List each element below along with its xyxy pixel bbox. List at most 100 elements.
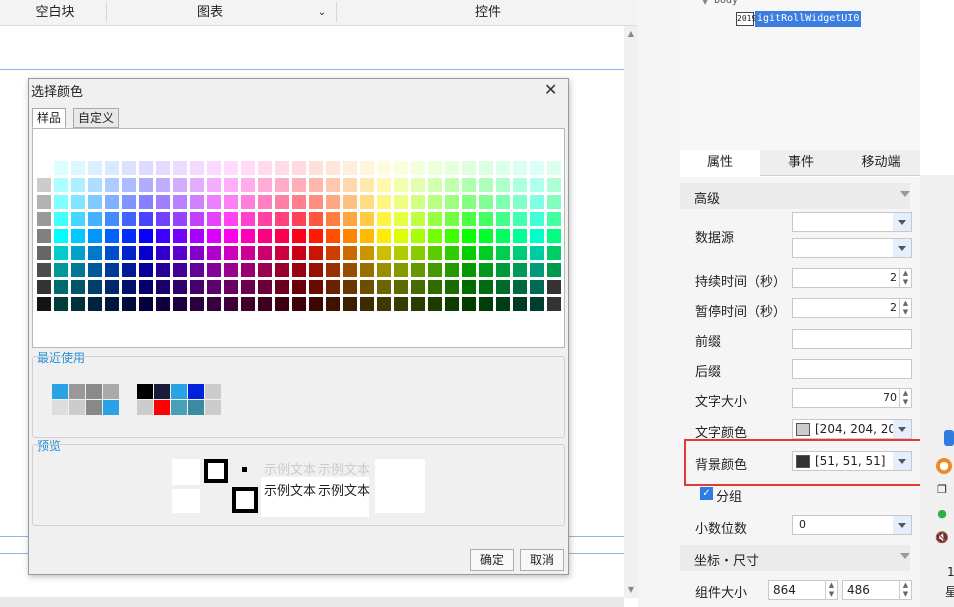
- palette-swatch[interactable]: [342, 194, 358, 210]
- palette-swatch[interactable]: [274, 160, 290, 176]
- recent-color-swatch[interactable]: [154, 384, 170, 399]
- recent-color-swatch[interactable]: [69, 400, 85, 415]
- palette-swatch[interactable]: [376, 279, 392, 295]
- palette-swatch[interactable]: [461, 279, 477, 295]
- palette-swatch[interactable]: [223, 262, 239, 278]
- palette-swatch[interactable]: [172, 279, 188, 295]
- widget-height-stepper[interactable]: 486 ▲ ▼: [842, 580, 912, 600]
- palette-swatch[interactable]: [495, 296, 511, 312]
- palette-swatch[interactable]: [87, 177, 103, 193]
- palette-swatch[interactable]: [444, 194, 460, 210]
- palette-swatch[interactable]: [359, 228, 375, 244]
- palette-swatch[interactable]: [206, 245, 222, 261]
- canvas-horizontal-scrollbar[interactable]: [0, 597, 624, 607]
- palette-swatch[interactable]: [223, 245, 239, 261]
- chevron-down-icon[interactable]: [893, 213, 911, 231]
- palette-swatch[interactable]: [461, 245, 477, 261]
- palette-swatch[interactable]: [121, 228, 137, 244]
- canvas-vertical-scrollbar[interactable]: ▲ ▼: [624, 26, 638, 598]
- palette-swatch[interactable]: [36, 245, 52, 261]
- palette-swatch[interactable]: [512, 262, 528, 278]
- spinner[interactable]: ▲ ▼: [899, 389, 911, 407]
- spin-up-icon[interactable]: ▲: [900, 581, 911, 590]
- palette-swatch[interactable]: [291, 279, 307, 295]
- palette-swatch[interactable]: [121, 194, 137, 210]
- palette-swatch[interactable]: [104, 279, 120, 295]
- palette-swatch[interactable]: [342, 160, 358, 176]
- palette-swatch[interactable]: [36, 160, 52, 176]
- palette-swatch[interactable]: [223, 160, 239, 176]
- palette-swatch[interactable]: [53, 194, 69, 210]
- palette-swatch[interactable]: [223, 228, 239, 244]
- palette-swatch[interactable]: [478, 245, 494, 261]
- palette-swatch[interactable]: [87, 211, 103, 227]
- palette-swatch[interactable]: [121, 245, 137, 261]
- palette-swatch[interactable]: [155, 228, 171, 244]
- palette-swatch[interactable]: [87, 262, 103, 278]
- palette-swatch[interactable]: [529, 279, 545, 295]
- palette-swatch[interactable]: [546, 296, 562, 312]
- palette-swatch[interactable]: [359, 296, 375, 312]
- chevron-down-icon[interactable]: [893, 239, 911, 257]
- recent-color-swatch[interactable]: [103, 384, 119, 399]
- palette-swatch[interactable]: [444, 296, 460, 312]
- palette-swatch[interactable]: [325, 296, 341, 312]
- palette-swatch[interactable]: [325, 211, 341, 227]
- palette-swatch[interactable]: [274, 245, 290, 261]
- spin-down-icon[interactable]: ▼: [826, 590, 837, 599]
- palette-swatch[interactable]: [70, 245, 86, 261]
- palette-swatch[interactable]: [206, 211, 222, 227]
- palette-swatch[interactable]: [359, 245, 375, 261]
- palette-swatch[interactable]: [240, 262, 256, 278]
- palette-swatch[interactable]: [70, 177, 86, 193]
- palette-swatch[interactable]: [461, 160, 477, 176]
- palette-swatch[interactable]: [410, 262, 426, 278]
- palette-swatch[interactable]: [274, 296, 290, 312]
- tree-expand-icon[interactable]: ▼: [702, 0, 708, 6]
- palette-swatch[interactable]: [223, 296, 239, 312]
- recent-color-swatch[interactable]: [52, 384, 68, 399]
- palette-swatch[interactable]: [240, 211, 256, 227]
- palette-swatch[interactable]: [104, 160, 120, 176]
- mute-icon[interactable]: 🔇: [934, 530, 950, 546]
- palette-swatch[interactable]: [495, 194, 511, 210]
- palette-swatch[interactable]: [393, 211, 409, 227]
- palette-swatch[interactable]: [342, 228, 358, 244]
- palette-swatch[interactable]: [291, 228, 307, 244]
- palette-swatch[interactable]: [138, 245, 154, 261]
- palette-swatch[interactable]: [478, 211, 494, 227]
- palette-swatch[interactable]: [36, 177, 52, 193]
- palette-swatch[interactable]: [138, 160, 154, 176]
- palette-swatch[interactable]: [376, 296, 392, 312]
- palette-swatch[interactable]: [461, 262, 477, 278]
- palette-swatch[interactable]: [478, 262, 494, 278]
- palette-swatch[interactable]: [308, 194, 324, 210]
- palette-swatch[interactable]: [172, 160, 188, 176]
- spin-up-icon[interactable]: ▲: [826, 581, 837, 590]
- palette-swatch[interactable]: [478, 296, 494, 312]
- palette-swatch[interactable]: [308, 262, 324, 278]
- palette-swatch[interactable]: [121, 177, 137, 193]
- palette-swatch[interactable]: [461, 296, 477, 312]
- palette-swatch[interactable]: [206, 160, 222, 176]
- palette-swatch[interactable]: [444, 262, 460, 278]
- palette-swatch[interactable]: [529, 160, 545, 176]
- spinner[interactable]: ▲ ▼: [825, 581, 837, 599]
- window-copy-icon[interactable]: ❐: [934, 482, 950, 498]
- palette-swatch[interactable]: [223, 211, 239, 227]
- recent-color-swatch[interactable]: [154, 400, 170, 415]
- palette-swatch[interactable]: [427, 177, 443, 193]
- palette-swatch[interactable]: [546, 245, 562, 261]
- palette-swatch[interactable]: [53, 279, 69, 295]
- spin-down-icon[interactable]: ▼: [900, 278, 911, 287]
- spinner[interactable]: ▲ ▼: [899, 299, 911, 317]
- palette-swatch[interactable]: [512, 177, 528, 193]
- datasource-select[interactable]: [792, 212, 912, 232]
- pause-stepper[interactable]: 2 ▲ ▼: [792, 298, 912, 318]
- palette-swatch[interactable]: [461, 228, 477, 244]
- recent-color-swatch[interactable]: [188, 400, 204, 415]
- palette-swatch[interactable]: [257, 296, 273, 312]
- palette-swatch[interactable]: [104, 194, 120, 210]
- palette-swatch[interactable]: [410, 211, 426, 227]
- tab-mobile[interactable]: 移动端: [842, 150, 920, 176]
